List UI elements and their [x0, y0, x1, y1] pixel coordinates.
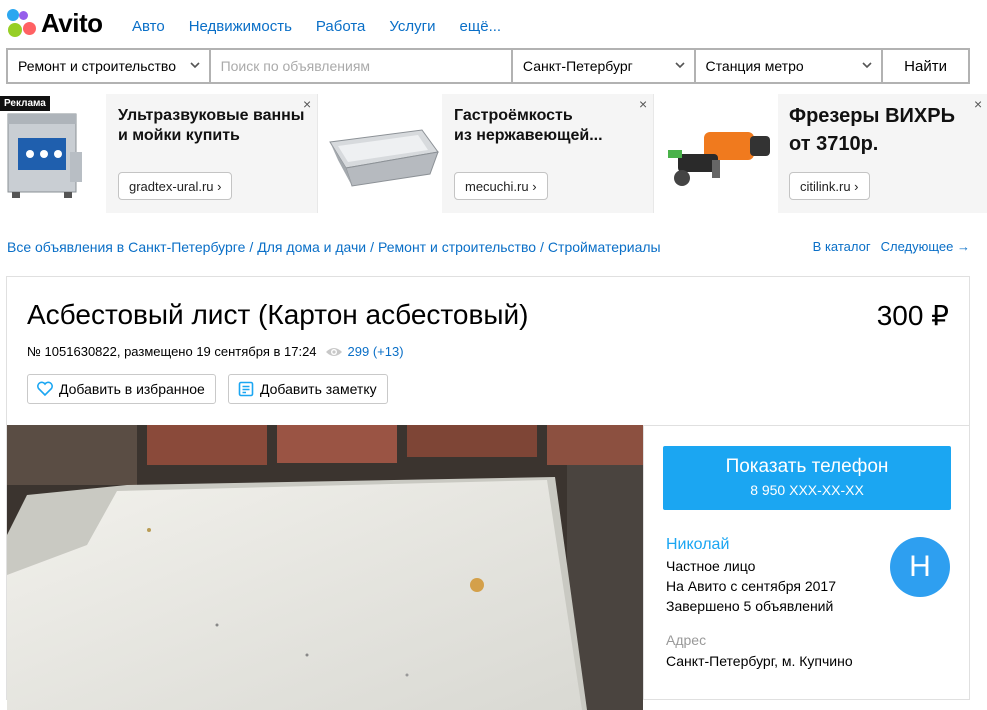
metro-select-value: Станция метро [705, 58, 804, 74]
avatar[interactable]: Н [890, 537, 950, 597]
show-phone-button[interactable]: Показать телефон 8 950 XXX-XX-XX [663, 446, 951, 510]
listing-price: 300 ₽ [876, 300, 949, 331]
close-icon[interactable]: × [639, 96, 647, 112]
catalog-link[interactable]: В каталог [813, 239, 871, 254]
top-navigation: Avito Авто Недвижимость Работа Услуги ещ… [0, 0, 987, 48]
ad-title-line: от 3710р. [789, 133, 879, 155]
category-nav: Авто Недвижимость Работа Услуги ещё... [132, 18, 525, 35]
ad-title: Гастроёмкость из нержавеющей... [454, 106, 603, 146]
listing-navigation: В каталог Следующее → [813, 239, 970, 254]
views-count: 299 (+13) [347, 344, 404, 359]
ad-title-line: Гастроёмкость [454, 107, 573, 124]
category-select-value: Ремонт и строительство [18, 58, 176, 74]
ad-image-ultrasonic-bath [0, 94, 106, 213]
ad-site-button[interactable]: mecuchi.ru › [454, 172, 548, 200]
views-counter: 299 (+13) [325, 344, 404, 359]
ad-badge: Реклама [0, 96, 50, 111]
listing-title: Асбестовый лист (Картон асбестовый) [27, 299, 529, 330]
nav-link-realty[interactable]: Недвижимость [189, 18, 292, 35]
listing-meta: № 1051630822, размещено 19 сентября в 17… [27, 344, 404, 359]
add-to-favorites-label: Добавить в избранное [59, 381, 205, 397]
ad-row: Реклама Ультразвуковые ванны и мойки куп… [0, 94, 987, 213]
breadcrumb-item[interactable]: Стройматериалы [548, 239, 661, 255]
nav-link-auto[interactable]: Авто [132, 18, 165, 35]
seller-name-link[interactable]: Николай [666, 536, 729, 554]
ad-title: Фрезеры ВИХРЬ от 3710р. [789, 102, 955, 158]
ad-image-steel-tray [324, 94, 442, 213]
seller-type: Частное лицо [666, 558, 756, 574]
add-to-favorites-button[interactable]: Добавить в избранное [27, 374, 216, 404]
search-bar: Ремонт и строительство Поиск по объявлен… [6, 48, 970, 84]
chevron-down-icon [674, 62, 685, 69]
city-select-value: Санкт-Петербург [522, 58, 633, 74]
nav-link-services[interactable]: Услуги [389, 18, 435, 35]
ad-title: Ультразвуковые ванны и мойки купить [118, 106, 304, 146]
eye-icon [325, 347, 342, 356]
ad-title-line: из нержавеющей... [454, 127, 603, 144]
add-note-label: Добавить заметку [260, 381, 377, 397]
avito-logo[interactable]: Avito [7, 8, 103, 39]
contact-sidebar: Показать телефон 8 950 XXX-XX-XX Николай… [643, 425, 970, 699]
ad-site-button[interactable]: citilink.ru › [789, 172, 870, 200]
ad-card-router[interactable]: Фрезеры ВИХРЬ от 3710р. citilink.ru › × [660, 94, 987, 213]
seller-completed: Завершено 5 объявлений [666, 598, 834, 614]
nav-link-jobs[interactable]: Работа [316, 18, 366, 35]
search-button[interactable]: Найти [883, 50, 968, 82]
ad-site-button[interactable]: gradtex-ural.ru › [118, 172, 233, 200]
listing-id-date: № 1051630822, размещено 19 сентября в 17… [27, 344, 317, 359]
breadcrumb-item[interactable]: Для дома и дачи [257, 239, 366, 255]
city-select[interactable]: Санкт-Петербург [512, 50, 694, 82]
ad-title-line: Ультразвуковые ванны [118, 107, 305, 124]
search-input[interactable]: Поиск по объявлениям [210, 50, 511, 82]
listing-panel: Асбестовый лист (Картон асбестовый) 300 … [6, 276, 970, 710]
note-icon [238, 381, 254, 397]
seller-since: На Авито с сентября 2017 [666, 578, 836, 594]
search-input-placeholder: Поиск по объявлениям [220, 58, 371, 74]
chevron-down-icon [190, 62, 200, 69]
ad-card-ultrasonic[interactable]: Реклама Ультразвуковые ванны и мойки куп… [0, 94, 318, 213]
metro-select[interactable]: Станция метро [695, 50, 882, 82]
listing-photo[interactable] [7, 425, 643, 710]
breadcrumb: Все объявления в Санкт-Петербурге / Для до… [7, 239, 661, 255]
breadcrumb-item[interactable]: Все объявления в Санкт-Петербурге [7, 239, 245, 255]
breadcrumb-separator: / [249, 239, 254, 255]
breadcrumb-separator: / [370, 239, 375, 255]
breadcrumb-separator: / [540, 239, 544, 255]
breadcrumb-item[interactable]: Ремонт и строительство [378, 239, 536, 255]
category-select[interactable]: Ремонт и строительство [8, 50, 209, 82]
close-icon[interactable]: × [974, 96, 982, 112]
nav-link-more[interactable]: ещё... [460, 18, 502, 35]
phone-masked: 8 950 XXX-XX-XX [750, 482, 864, 498]
ad-title-line: и мойки купить [118, 127, 240, 144]
ad-image-router-tool [660, 94, 778, 213]
ad-card-gastronorm[interactable]: Гастроёмкость из нержавеющей... mecuchi.… [324, 94, 654, 213]
next-listing-link[interactable]: Следующее → [881, 239, 970, 254]
address-value: Санкт-Петербург, м. Купчино [666, 653, 853, 669]
logo-dots-icon [7, 8, 37, 39]
close-icon[interactable]: × [303, 96, 311, 112]
show-phone-label: Показать телефон [725, 456, 889, 477]
ad-title-line: Фрезеры ВИХРЬ [789, 105, 955, 127]
address-label: Адрес [666, 632, 707, 648]
chevron-down-icon [862, 62, 872, 69]
add-note-button[interactable]: Добавить заметку [228, 374, 388, 404]
heart-icon [37, 381, 53, 397]
logo-text: Avito [41, 8, 103, 38]
